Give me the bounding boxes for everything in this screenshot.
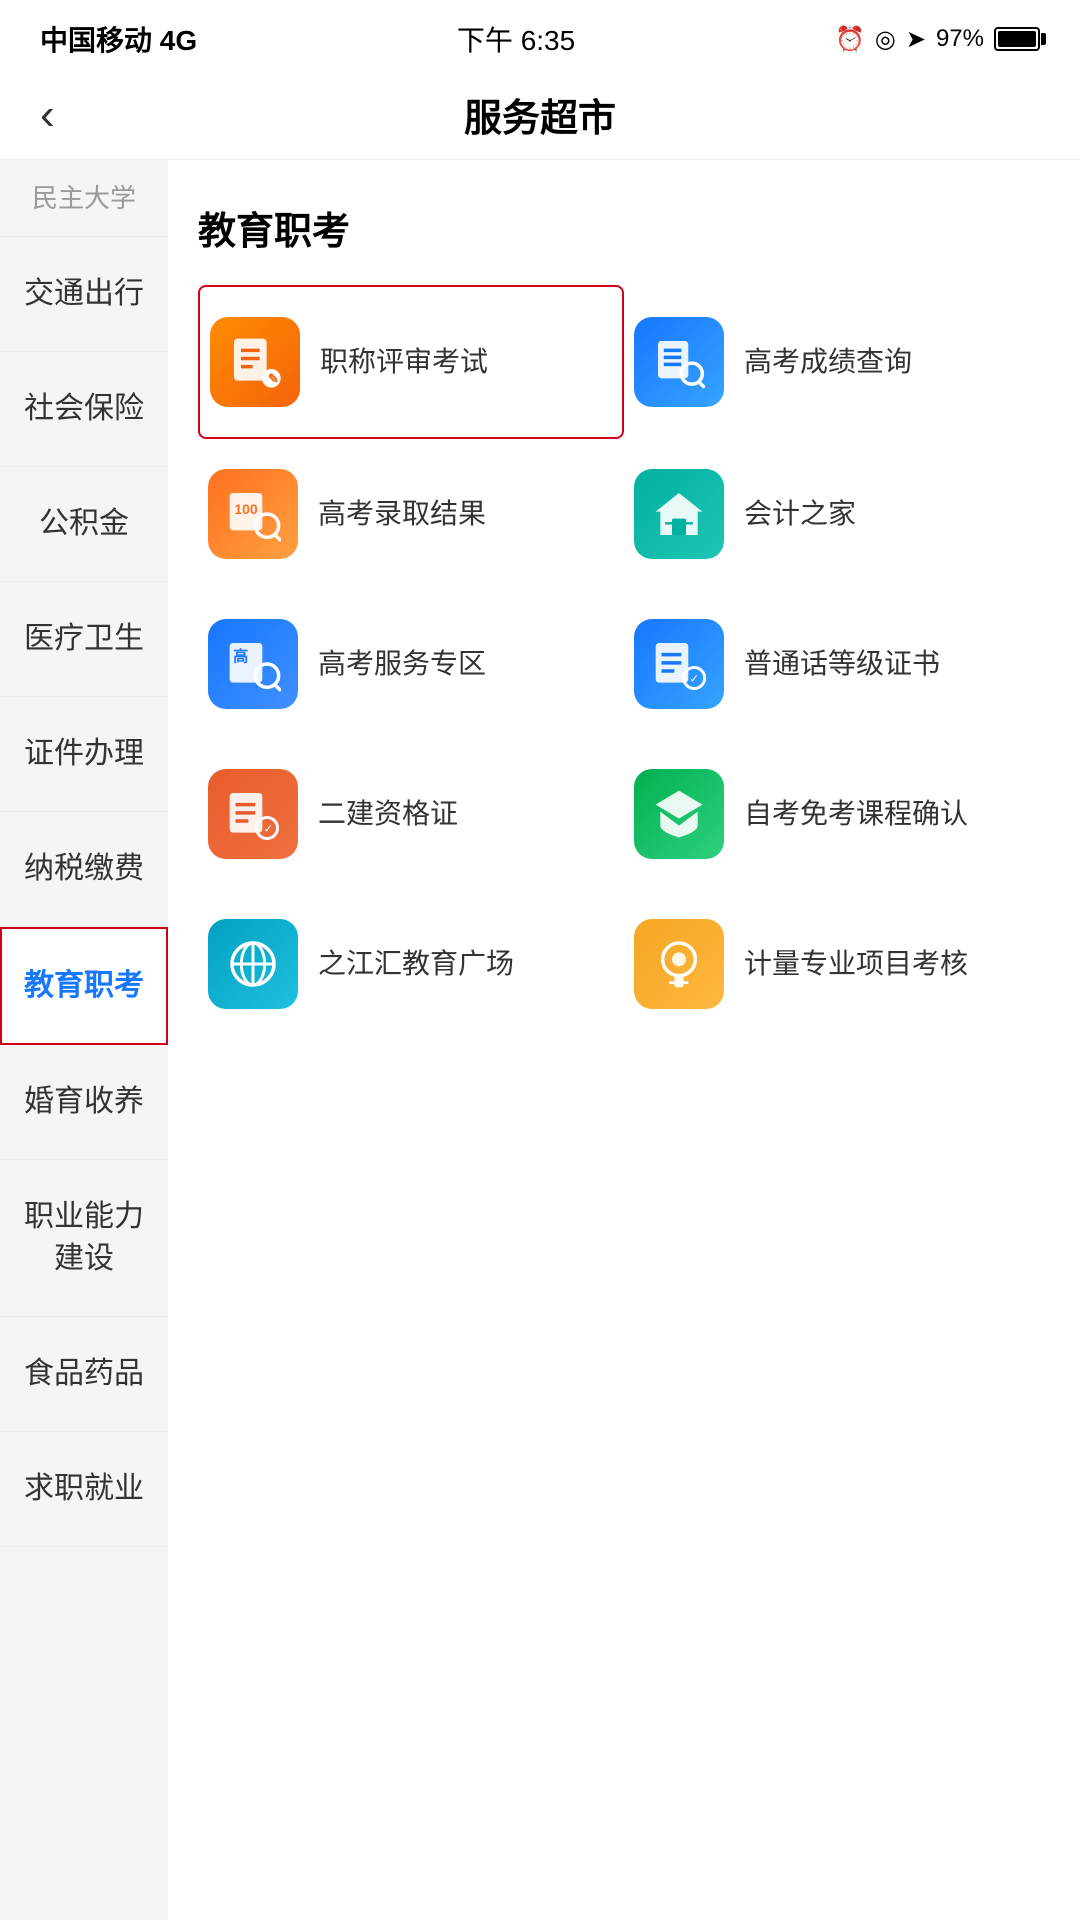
service-item-metrology-exam[interactable]: 计量专业项目考核: [624, 889, 1050, 1039]
carrier-signal: 中国移动 4G: [40, 19, 197, 59]
service-icon-accounting-home: [634, 469, 724, 559]
service-item-gaokao-service[interactable]: 高 高考服务专区: [198, 589, 624, 739]
svg-text:高: 高: [233, 648, 248, 666]
service-name-gaokao-admission: 高考录取结果: [318, 494, 486, 533]
page-title: 服务超市: [464, 87, 616, 142]
svg-text:100: 100: [234, 501, 258, 517]
sidebar-item-civil-aviation[interactable]: 民主大学: [0, 160, 168, 237]
service-icon-gaokao-admission: 100: [208, 469, 298, 559]
service-name-title-exam: 职称评审考试: [320, 342, 488, 381]
sidebar-item-career[interactable]: 职业能力建设: [0, 1160, 168, 1317]
sidebar-item-marriage[interactable]: 婚育收养: [0, 1045, 168, 1160]
service-item-title-exam[interactable]: ✎ 职称评审考试: [198, 285, 624, 439]
svg-text:✎: ✎: [268, 371, 279, 386]
svg-text:✓: ✓: [690, 673, 700, 686]
service-icon-second-construction: ✓: [208, 769, 298, 859]
content-area: 教育职考 ✎ 职称评审考试: [168, 160, 1080, 1920]
sidebar-item-food-drug[interactable]: 食品药品: [0, 1317, 168, 1432]
main-layout: 民主大学 交通出行 社会保险 公积金 医疗卫生 证件办理 纳税缴费 教育职考 婚…: [0, 160, 1080, 1920]
service-name-metrology-exam: 计量专业项目考核: [744, 944, 968, 983]
service-name-second-construction: 二建资格证: [318, 794, 458, 833]
sidebar-item-tax[interactable]: 纳税缴费: [0, 812, 168, 927]
service-item-self-study-confirm[interactable]: 自考免考课程确认: [624, 739, 1050, 889]
location-icon: ◎: [875, 25, 896, 54]
service-icon-gaokao-service: 高: [208, 619, 298, 709]
service-name-gaokao-service: 高考服务专区: [318, 644, 486, 683]
service-name-zhijianhui-edu: 之江汇教育广场: [318, 944, 514, 983]
sidebar-item-certificates[interactable]: 证件办理: [0, 697, 168, 812]
service-item-gaokao-score[interactable]: 高考成绩查询: [624, 285, 1050, 439]
svg-text:✓: ✓: [264, 823, 274, 836]
service-item-accounting-home[interactable]: 会计之家: [624, 439, 1050, 589]
nav-bar: ‹ 服务超市: [0, 70, 1080, 160]
service-item-zhijianhui-edu[interactable]: 之江汇教育广场: [198, 889, 624, 1039]
sidebar-item-employment[interactable]: 求职就业: [0, 1432, 168, 1547]
sidebar-item-traffic[interactable]: 交通出行: [0, 237, 168, 352]
sidebar: 民主大学 交通出行 社会保险 公积金 医疗卫生 证件办理 纳税缴费 教育职考 婚…: [0, 160, 168, 1920]
service-name-accounting-home: 会计之家: [744, 494, 856, 533]
alarm-icon: ⏰: [835, 25, 865, 54]
battery-icon: [994, 27, 1040, 51]
sidebar-item-medical[interactable]: 医疗卫生: [0, 582, 168, 697]
service-item-second-construction[interactable]: ✓ 二建资格证: [198, 739, 624, 889]
status-indicators: ⏰ ◎ ➤ 97%: [835, 25, 1040, 54]
service-name-gaokao-score: 高考成绩查询: [744, 342, 912, 381]
status-bar: 中国移动 4G 下午 6:35 ⏰ ◎ ➤ 97%: [0, 0, 1080, 70]
service-icon-zhijianhui-edu: [208, 919, 298, 1009]
service-icon-putonghua-cert: ✓: [634, 619, 724, 709]
back-button[interactable]: ‹: [40, 90, 55, 140]
services-grid: ✎ 职称评审考试 高考成绩查询: [198, 285, 1050, 1039]
service-icon-self-study-confirm: [634, 769, 724, 859]
service-icon-gaokao-score: [634, 317, 724, 407]
service-item-putonghua-cert[interactable]: ✓ 普通话等级证书: [624, 589, 1050, 739]
sidebar-item-provident-fund[interactable]: 公积金: [0, 467, 168, 582]
service-icon-title-exam: ✎: [210, 317, 300, 407]
service-item-gaokao-admission[interactable]: 100 高考录取结果: [198, 439, 624, 589]
sidebar-item-social-insurance[interactable]: 社会保险: [0, 352, 168, 467]
sidebar-item-education[interactable]: 教育职考: [0, 927, 168, 1045]
direction-icon: ➤: [906, 25, 926, 54]
time-display: 下午 6:35: [457, 19, 575, 59]
section-title: 教育职考: [198, 200, 1050, 255]
service-icon-metrology-exam: [634, 919, 724, 1009]
service-name-self-study-confirm: 自考免考课程确认: [744, 794, 968, 833]
service-name-putonghua-cert: 普通话等级证书: [744, 644, 940, 683]
battery-percent: 97%: [936, 25, 984, 53]
